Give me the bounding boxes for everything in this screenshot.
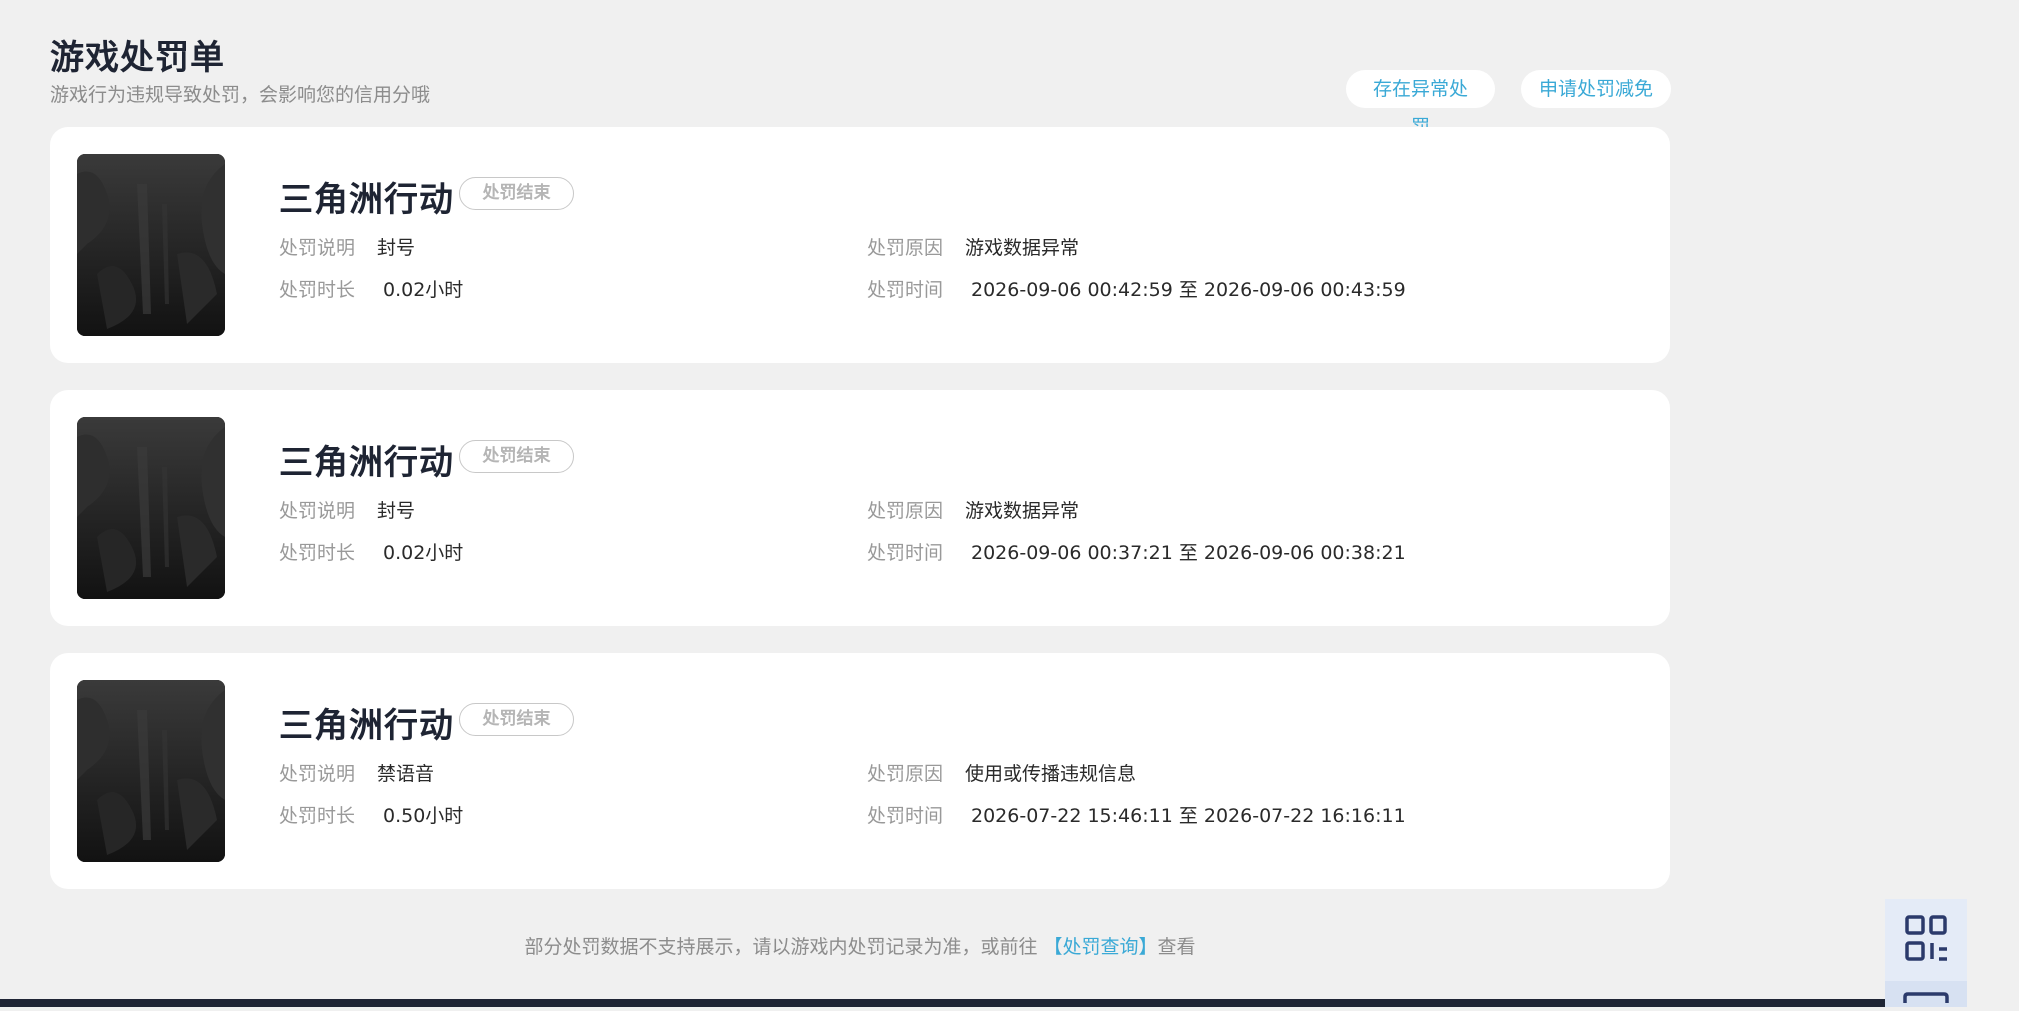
- appeal-reduction-button[interactable]: 申请处罚减免: [1521, 70, 1671, 108]
- duration-value: 0.02小时: [383, 279, 464, 301]
- desc-label: 处罚说明: [279, 237, 356, 259]
- footer-note: 部分处罚数据不支持展示，请以游戏内处罚记录为准，或前往 【处罚查询】查看: [0, 932, 1720, 959]
- message-button[interactable]: [1885, 981, 1967, 1007]
- reason-value: 游戏数据异常: [965, 237, 1080, 259]
- qr-code-icon: [1905, 915, 1947, 961]
- penalty-card: 三角洲行动 处罚结束 处罚说明 封号 处罚时长 0.02小时 处罚原因 游戏数据…: [50, 127, 1670, 363]
- time-value: 2026-07-22 15:46:11 至 2026-07-22 16:16:1…: [971, 805, 1406, 827]
- time-label: 处罚时间: [867, 805, 944, 827]
- bottom-bar: [0, 999, 1885, 1007]
- status-badge: 处罚结束: [459, 703, 574, 736]
- reason-label: 处罚原因: [867, 500, 944, 522]
- game-thumbnail: [77, 417, 225, 599]
- game-thumbnail: [77, 680, 225, 862]
- duration-value: 0.02小时: [383, 542, 464, 564]
- desc-value: 封号: [377, 500, 416, 522]
- penalty-card: 三角洲行动 处罚结束 处罚说明 禁语音 处罚时长 0.50小时 处罚原因 使用或…: [50, 653, 1670, 889]
- duration-label: 处罚时长: [279, 542, 356, 564]
- time-value: 2026-09-06 00:37:21 至 2026-09-06 00:38:2…: [971, 542, 1406, 564]
- abnormal-penalty-button[interactable]: 存在异常处罚: [1346, 70, 1495, 138]
- reason-label: 处罚原因: [867, 237, 944, 259]
- desc-value: 禁语音: [377, 763, 435, 785]
- page-subtitle: 游戏行为违规导致处罚，会影响您的信用分哦: [50, 84, 431, 106]
- duration-label: 处罚时长: [279, 279, 356, 301]
- time-label: 处罚时间: [867, 279, 944, 301]
- game-title: 三角洲行动: [279, 443, 454, 483]
- page-title: 游戏处罚单: [50, 38, 225, 78]
- duration-label: 处罚时长: [279, 805, 356, 827]
- game-thumbnail: [77, 154, 225, 336]
- game-title: 三角洲行动: [279, 180, 454, 220]
- time-value: 2026-09-06 00:42:59 至 2026-09-06 00:43:5…: [971, 279, 1406, 301]
- message-icon: [1903, 992, 1949, 1003]
- desc-value: 封号: [377, 237, 416, 259]
- desc-label: 处罚说明: [279, 763, 356, 785]
- status-badge: 处罚结束: [459, 440, 574, 473]
- reason-label: 处罚原因: [867, 763, 944, 785]
- footer-text: 部分处罚数据不支持展示，请以游戏内处罚记录为准，或前往: [524, 936, 1044, 958]
- footer-text-end: 查看: [1157, 936, 1196, 958]
- qr-code-button[interactable]: [1885, 899, 1967, 981]
- reason-value: 游戏数据异常: [965, 500, 1080, 522]
- game-title: 三角洲行动: [279, 706, 454, 746]
- desc-label: 处罚说明: [279, 500, 356, 522]
- duration-value: 0.50小时: [383, 805, 464, 827]
- reason-value: 使用或传播违规信息: [965, 763, 1137, 785]
- time-label: 处罚时间: [867, 542, 944, 564]
- status-badge: 处罚结束: [459, 177, 574, 210]
- penalty-card: 三角洲行动 处罚结束 处罚说明 封号 处罚时长 0.02小时 处罚原因 游戏数据…: [50, 390, 1670, 626]
- penalty-query-link[interactable]: 【处罚查询】: [1044, 936, 1158, 958]
